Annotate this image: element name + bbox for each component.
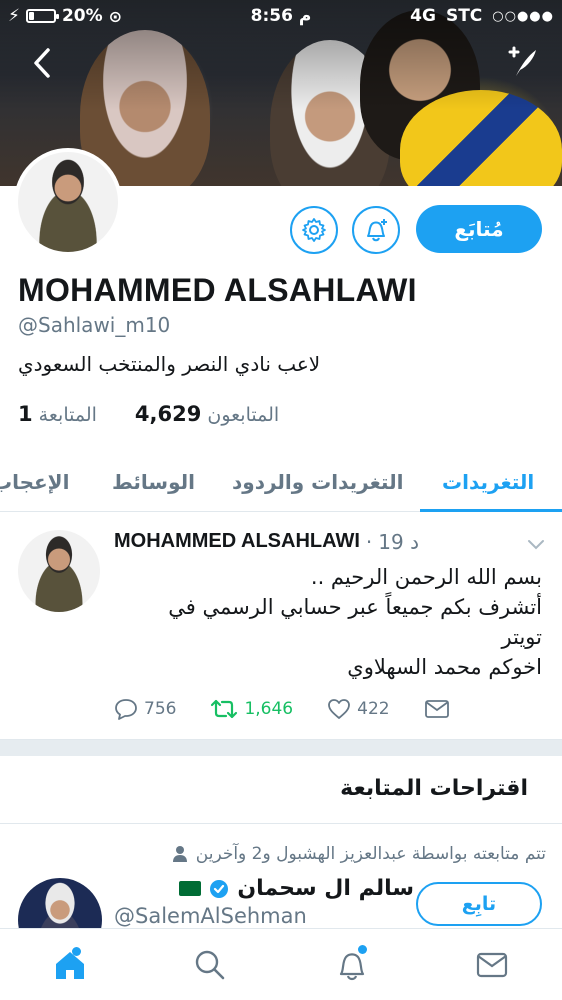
tweet[interactable]: MOHAMMED ALSAHLAWI · 19 د بسم الله الرحم… — [0, 514, 562, 740]
reply-icon — [115, 699, 137, 720]
notifications-badge — [358, 945, 367, 954]
suggestion-name[interactable]: سالم ال سحمان — [179, 876, 414, 901]
tab-tweets[interactable]: التغريدات — [442, 470, 534, 494]
tab-tweets-replies[interactable]: التغريدات والردود — [232, 470, 403, 494]
tweet-author[interactable]: MOHAMMED ALSAHLAWI — [114, 530, 360, 554]
reply-count: 756 — [144, 699, 177, 719]
status-bar: ⚡ 20% ⊙ 8:56 م 4G STC ○○●●● — [0, 0, 562, 34]
home-icon — [56, 952, 84, 979]
tweet-time: 19 د — [378, 530, 419, 554]
saudi-flag-icon — [179, 881, 202, 896]
active-tab-indicator — [420, 509, 562, 512]
followers-stat[interactable]: 4,629 المتابعون — [135, 402, 279, 426]
tweet-line: بسم الله الرحمن الرحيم .. — [310, 565, 542, 589]
network-type: 4G — [410, 6, 436, 26]
compose-icon[interactable] — [504, 44, 540, 80]
like-button[interactable]: 422 — [327, 698, 390, 720]
following-button[interactable]: مُتابَع — [416, 205, 542, 253]
profile-stats: 1 المتابعة 4,629 المتابعون — [18, 402, 279, 426]
tweet-actions: 756 1,646 422 — [114, 698, 484, 720]
profile-handle: @Sahlawi_m10 — [18, 313, 171, 337]
nav-search[interactable] — [190, 945, 230, 985]
tweet-dot: · — [365, 530, 373, 554]
nav-home[interactable] — [50, 945, 90, 985]
tab-media[interactable]: الوسائط — [112, 470, 195, 494]
like-count: 422 — [357, 699, 390, 719]
followed-by-text: تتم متابعته بواسطة عبدالعزيز الهشبول و2 … — [195, 844, 546, 864]
profile-tabs: التغريدات التغريدات والردود الوسائط الإع… — [0, 460, 562, 512]
messages-icon — [476, 952, 508, 978]
profile-avatar[interactable] — [14, 148, 122, 256]
direct-message-button[interactable] — [424, 699, 450, 719]
bell-plus-icon — [367, 219, 387, 242]
following-stat[interactable]: 1 المتابعة — [18, 402, 97, 426]
retweet-icon — [211, 699, 238, 719]
nav-messages[interactable] — [472, 945, 512, 985]
followers-label: المتابعون — [207, 404, 280, 426]
tweet-line: أتشرف بكم جميعاً عبر حسابي الرسمي في — [168, 595, 542, 619]
tweet-line: اخوكم محمد السهلاوي — [347, 655, 542, 679]
suggestion-user-name: سالم ال سحمان — [237, 876, 414, 901]
signal-icon: ○○●●● — [492, 8, 554, 24]
profile-bio: لاعب نادي النصر والمنتخب السعودي — [18, 352, 321, 376]
suggestion-handle: @SalemAlSehman — [114, 904, 307, 928]
reply-button[interactable]: 756 — [114, 698, 176, 720]
profile-name: MOHAMMED ALSAHLAWI — [18, 272, 417, 308]
followed-by-line: تتم متابعته بواسطة عبدالعزيز الهشبول و2 … — [172, 844, 546, 864]
tweet-line: تويتر — [501, 625, 542, 649]
search-icon — [195, 950, 225, 980]
home-badge — [72, 947, 81, 956]
chevron-down-icon[interactable] — [526, 534, 546, 554]
following-count: 1 — [18, 402, 33, 426]
dm-icon — [424, 700, 449, 718]
verified-icon — [210, 879, 229, 898]
tweet-avatar[interactable] — [18, 530, 100, 612]
tweet-text: بسم الله الرحمن الرحيم .. أتشرف بكم جميع… — [102, 562, 542, 682]
retweet-count: 1,646 — [244, 699, 294, 719]
suggestion-follow-button[interactable]: تابِع — [416, 882, 542, 926]
follow-suggestions-header: اقتراحات المتابعة — [0, 756, 562, 824]
settings-button[interactable] — [290, 206, 338, 254]
gear-icon — [302, 218, 326, 242]
suggestions-title: اقتراحات المتابعة — [340, 776, 528, 801]
retweet-button[interactable]: 1,646 — [210, 698, 293, 720]
notify-button[interactable] — [352, 206, 400, 254]
back-icon[interactable] — [28, 46, 56, 80]
person-icon — [172, 846, 187, 862]
following-label: المتابعة — [38, 404, 97, 426]
carrier-name: STC — [445, 6, 483, 26]
followers-count: 4,629 — [134, 402, 202, 426]
bottom-nav — [0, 928, 562, 1000]
section-divider — [0, 740, 562, 756]
nav-notifications[interactable] — [332, 945, 372, 985]
tab-likes[interactable]: الإعجاب — [0, 470, 69, 494]
like-icon — [328, 699, 351, 719]
tweet-header: MOHAMMED ALSAHLAWI · 19 د — [114, 530, 419, 554]
